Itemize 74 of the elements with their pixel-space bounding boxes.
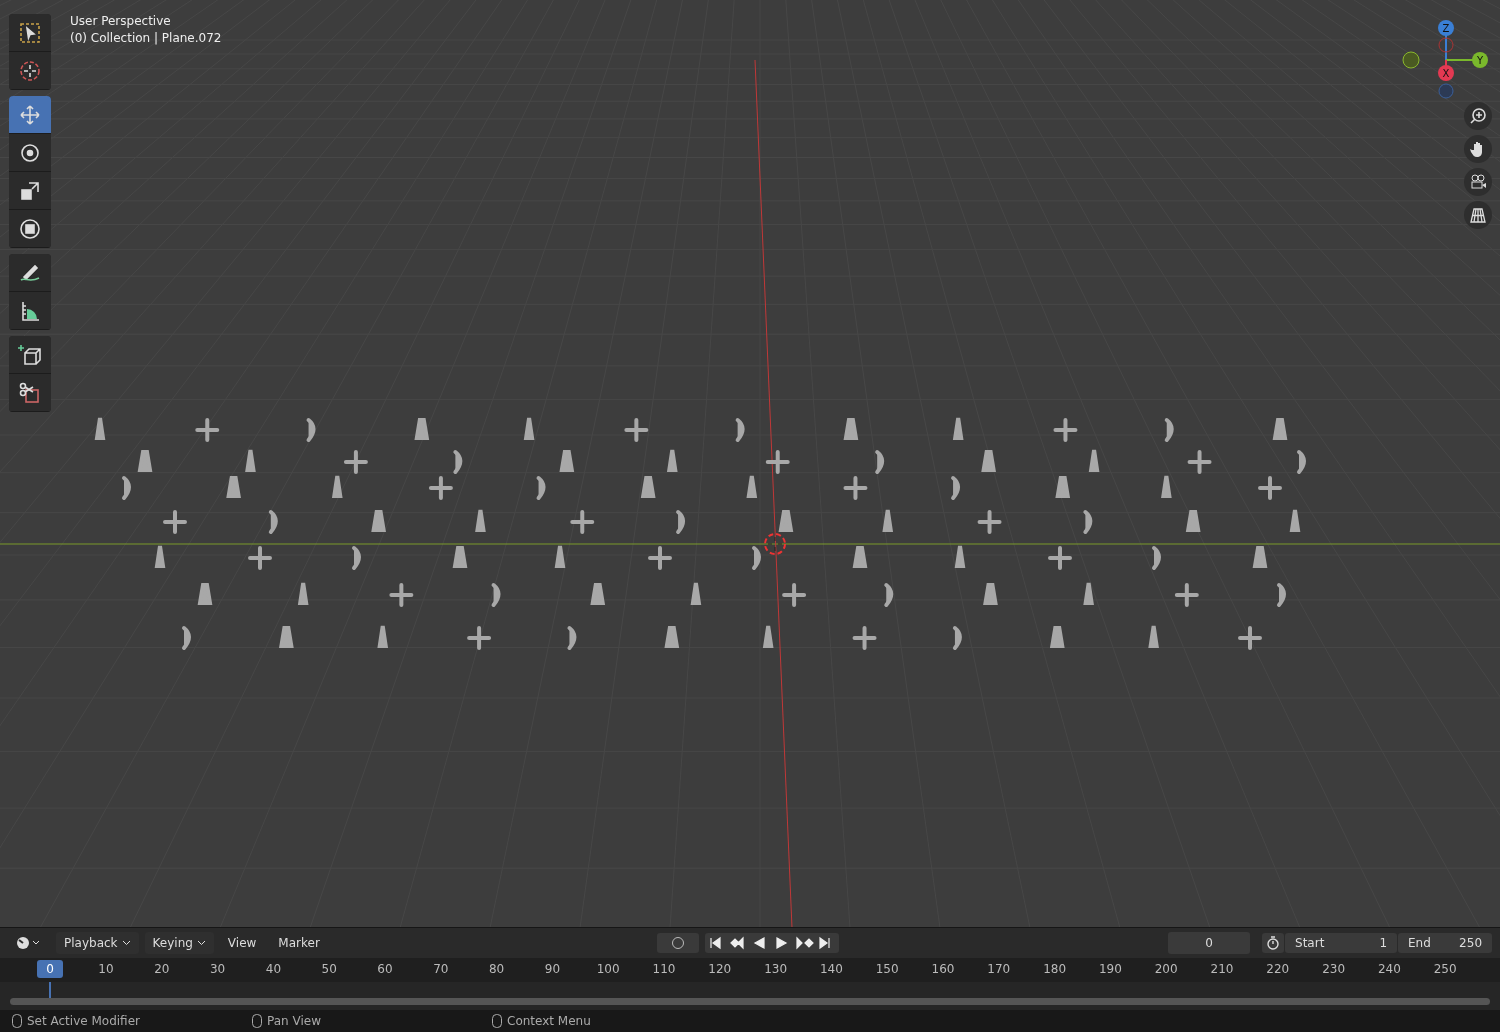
pan-button[interactable]	[1464, 135, 1492, 163]
tool-button[interactable]	[9, 96, 51, 134]
frame-number: 60	[377, 962, 393, 977]
frame-number: 90	[544, 962, 561, 977]
3d-cursor-icon	[764, 533, 786, 555]
grid-icon	[1469, 206, 1487, 224]
scissors-icon	[18, 380, 42, 405]
status-hint: Pan View	[267, 1014, 321, 1028]
frame-number: 70	[433, 962, 449, 977]
record-circle-icon	[670, 936, 685, 951]
frame-number: 250	[1433, 962, 1457, 977]
start-frame-field[interactable]: Start 1	[1285, 933, 1397, 954]
scrollbar[interactable]	[10, 998, 1490, 1006]
tool-button[interactable]	[9, 292, 51, 330]
camera-view-button[interactable]	[1464, 168, 1492, 196]
tool-button[interactable]	[9, 254, 51, 292]
frame-number: 100	[596, 962, 620, 977]
mouse-icon	[12, 1014, 22, 1028]
menu-button[interactable]: Keying	[144, 932, 214, 955]
frame-number: 150	[875, 962, 899, 977]
axis-gizmo: Z Y X	[1402, 20, 1488, 99]
mouse-icon	[252, 1014, 262, 1028]
tool-button[interactable]	[9, 210, 51, 248]
current-frame-field[interactable]: 0	[1168, 932, 1250, 955]
end-frame-field[interactable]: End 250	[1398, 933, 1492, 954]
tool-button[interactable]	[9, 14, 51, 52]
frame-number: 170	[987, 962, 1011, 977]
object-info: (0) Collection | Plane.072	[70, 31, 222, 45]
frame-number: 220	[1266, 962, 1290, 977]
frame-number: 50	[321, 962, 337, 977]
frame-number: 190	[1098, 962, 1122, 977]
tool-button[interactable]	[9, 336, 51, 374]
playhead-frame[interactable]: 0	[37, 960, 63, 979]
menu-button[interactable]: Playback	[56, 932, 139, 955]
camera-icon	[1469, 173, 1487, 191]
view-name: User Perspective	[70, 14, 172, 28]
frame-number: 240	[1377, 962, 1401, 977]
3d-cursor-icon	[18, 58, 42, 83]
tool-button[interactable]	[9, 172, 51, 210]
status-hint: Context Menu	[507, 1014, 591, 1028]
frame-number: 20	[154, 962, 170, 977]
zoom-button[interactable]	[1464, 102, 1492, 130]
auto-key-button[interactable]	[656, 933, 699, 954]
frame-number: 180	[1043, 962, 1067, 977]
tool-button[interactable]	[9, 134, 51, 172]
frame-number: 200	[1154, 962, 1178, 977]
frame-number: 210	[1210, 962, 1234, 977]
frame-number: 40	[265, 962, 282, 977]
frame-number: 120	[708, 962, 732, 977]
preview-range-button[interactable]	[1262, 933, 1284, 954]
zoom-icon	[1469, 107, 1487, 125]
chevron-icon	[121, 940, 131, 947]
frame-number: 30	[209, 962, 226, 977]
frame-number: 230	[1322, 962, 1346, 977]
stopwatch-icon	[1266, 936, 1280, 951]
menu-button[interactable]: Marker	[270, 932, 328, 955]
frame-number: 10	[98, 962, 114, 977]
select-box-icon	[18, 20, 42, 45]
playback-icon[interactable]	[795, 936, 814, 951]
frame-number: 80	[488, 962, 505, 977]
status-hint: Set Active Modifier	[27, 1014, 140, 1028]
frame-number: 160	[931, 962, 955, 977]
tool-button[interactable]	[9, 374, 51, 412]
move-arrows-icon	[18, 102, 42, 127]
perspective-button[interactable]	[1464, 201, 1492, 229]
clock-dropdown-icon	[16, 936, 42, 951]
frame-number: 140	[819, 962, 843, 977]
add-cube-icon	[18, 342, 42, 367]
frame-number: 110	[652, 962, 676, 977]
menu-button[interactable]: View	[219, 932, 265, 955]
frame-number: 130	[764, 962, 788, 977]
transform-icon	[18, 216, 42, 241]
chevron-icon	[196, 940, 206, 947]
mouse-icon	[492, 1014, 502, 1028]
